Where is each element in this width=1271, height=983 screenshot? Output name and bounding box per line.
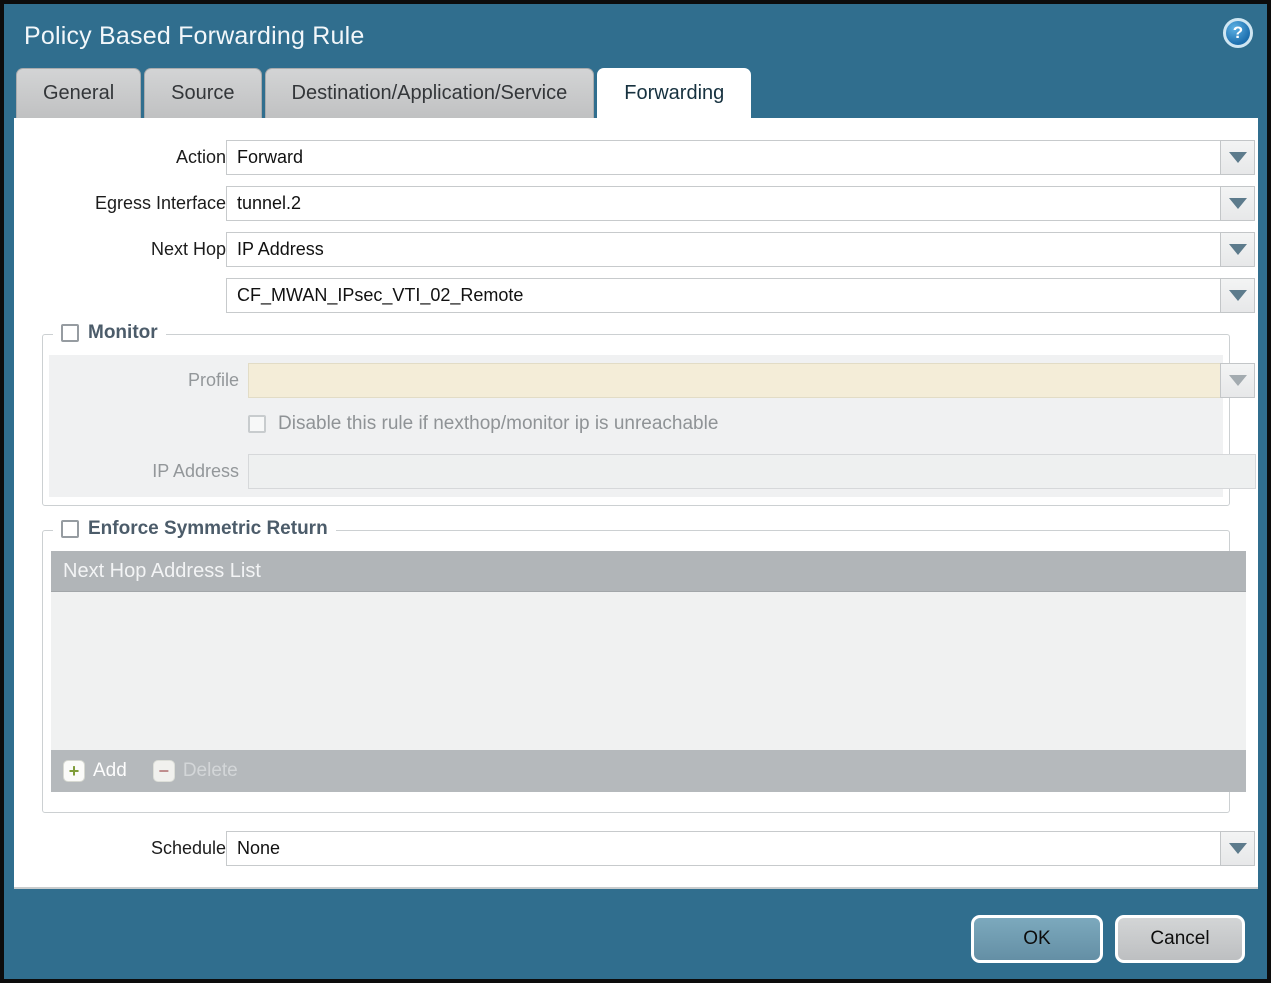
egress-interface-value[interactable]: tunnel.2 xyxy=(226,186,1220,221)
next-hop-dropdown-button[interactable] xyxy=(1220,232,1255,267)
titlebar: Policy Based Forwarding Rule ? xyxy=(4,4,1267,68)
monitor-panel: Profile Disable this rule if nexthop/mon… xyxy=(49,355,1223,497)
add-button-label: Add xyxy=(93,760,127,782)
symmetric-return-groupbox: Enforce Symmetric Return Next Hop Addres… xyxy=(42,530,1230,813)
disable-rule-row: Disable this rule if nexthop/monitor ip … xyxy=(248,411,718,437)
disable-rule-checkbox xyxy=(248,415,266,433)
ok-button[interactable]: OK xyxy=(971,915,1103,963)
action-field: Forward xyxy=(226,140,1255,175)
dialog-title: Policy Based Forwarding Rule xyxy=(24,22,364,51)
plus-icon: + xyxy=(63,760,85,782)
action-dropdown-button[interactable] xyxy=(1220,140,1255,175)
monitor-legend: Monitor xyxy=(53,322,166,344)
help-icon[interactable]: ? xyxy=(1223,18,1253,48)
chevron-down-icon xyxy=(1229,290,1247,301)
symmetric-return-checkbox[interactable] xyxy=(61,520,79,538)
next-hop-address-table: Next Hop Address List + Add − Delete xyxy=(51,551,1246,792)
forwarding-tab-panel: Action Forward Egress Interface tunnel.2… xyxy=(14,118,1258,889)
profile-dropdown-button xyxy=(1220,363,1255,398)
action-label: Action xyxy=(14,140,226,175)
cancel-button[interactable]: Cancel xyxy=(1115,915,1245,963)
next-hop-address-field: CF_MWAN_IPsec_VTI_02_Remote xyxy=(226,278,1255,313)
profile-field xyxy=(248,363,1255,398)
delete-button-label: Delete xyxy=(183,760,238,782)
tab-destination-application-service[interactable]: Destination/Application/Service xyxy=(265,68,595,118)
next-hop-type-field: IP Address xyxy=(226,232,1255,267)
schedule-label: Schedule xyxy=(14,831,226,866)
symmetric-return-legend: Enforce Symmetric Return xyxy=(53,518,336,540)
next-hop-label: Next Hop xyxy=(14,232,226,267)
profile-value xyxy=(248,363,1220,398)
tab-general[interactable]: General xyxy=(16,68,141,118)
chevron-down-icon xyxy=(1229,244,1247,255)
pbf-rule-dialog: Policy Based Forwarding Rule ? General S… xyxy=(0,0,1271,983)
egress-interface-label: Egress Interface xyxy=(14,186,226,221)
tab-source[interactable]: Source xyxy=(144,68,261,118)
monitor-groupbox: Monitor Profile Disable this rule if nex… xyxy=(42,334,1230,506)
next-hop-address-list-body[interactable] xyxy=(51,592,1246,750)
next-hop-address-list-header: Next Hop Address List xyxy=(51,551,1246,592)
chevron-down-icon xyxy=(1229,198,1247,209)
next-hop-address-list-toolbar: + Add − Delete xyxy=(51,750,1246,792)
next-hop-type-value[interactable]: IP Address xyxy=(226,232,1220,267)
schedule-field: None xyxy=(226,831,1255,866)
monitor-ip-address-input xyxy=(248,454,1256,489)
next-hop-address-dropdown-button[interactable] xyxy=(1220,278,1255,313)
next-hop-address-value[interactable]: CF_MWAN_IPsec_VTI_02_Remote xyxy=(226,278,1220,313)
disable-rule-label: Disable this rule if nexthop/monitor ip … xyxy=(278,413,718,435)
chevron-down-icon xyxy=(1229,843,1247,854)
chevron-down-icon xyxy=(1229,375,1247,386)
schedule-dropdown-button[interactable] xyxy=(1220,831,1255,866)
monitor-checkbox[interactable] xyxy=(61,324,79,342)
monitor-legend-label: Monitor xyxy=(88,322,158,344)
delete-button: − Delete xyxy=(153,760,238,782)
schedule-value[interactable]: None xyxy=(226,831,1220,866)
egress-interface-field: tunnel.2 xyxy=(226,186,1255,221)
minus-icon: − xyxy=(153,760,175,782)
chevron-down-icon xyxy=(1229,152,1247,163)
tab-bar: General Source Destination/Application/S… xyxy=(16,68,1267,118)
egress-interface-dropdown-button[interactable] xyxy=(1220,186,1255,221)
profile-label: Profile xyxy=(49,363,239,398)
monitor-ip-address-label: IP Address xyxy=(49,454,239,489)
tab-forwarding[interactable]: Forwarding xyxy=(597,68,751,118)
action-value[interactable]: Forward xyxy=(226,140,1220,175)
add-button[interactable]: + Add xyxy=(63,760,127,782)
symmetric-return-legend-label: Enforce Symmetric Return xyxy=(88,518,328,540)
